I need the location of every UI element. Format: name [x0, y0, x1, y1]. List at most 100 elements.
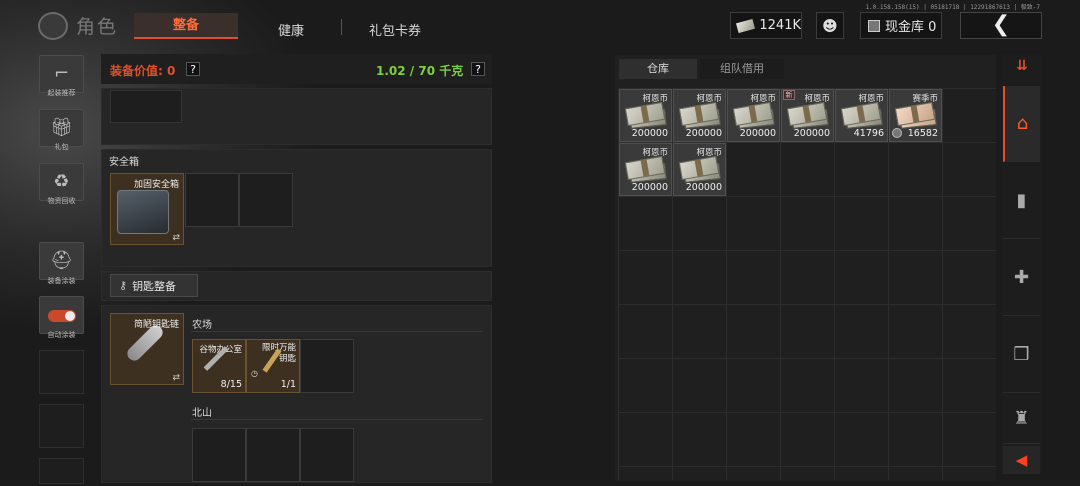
armor-icon: ♜ — [1013, 408, 1030, 429]
key-chain-item[interactable]: 简陋钥匙链 ⇄ — [110, 313, 184, 385]
key-gear-label: 钥匙整备 — [132, 279, 177, 293]
recycle-label: 物资回收 — [47, 197, 76, 205]
warehouse-item[interactable]: 柯恩币 200000 — [727, 89, 780, 142]
warehouse-item[interactable]: 柯恩币 41796 — [835, 89, 888, 142]
page-title: 角色 — [76, 16, 119, 38]
item-quantity: 200000 — [793, 128, 830, 139]
item-name: 柯恩币 — [750, 94, 776, 104]
equipment-slot[interactable] — [110, 90, 182, 123]
key-slot[interactable] — [300, 339, 354, 393]
equip-skin-label: 装备涂装 — [47, 277, 76, 285]
sidebar-item-medical[interactable]: ✚ — [1003, 240, 1040, 316]
key-count: 8/15 — [220, 379, 242, 390]
sidebar-item-home[interactable]: ⌂ — [1003, 86, 1040, 162]
item-name: 柯恩币 — [696, 94, 722, 104]
warehouse-item[interactable]: 赛季币 16582 — [889, 89, 942, 142]
toggle-icon — [48, 310, 76, 322]
divider — [191, 331, 483, 332]
tab-warehouse[interactable]: 仓库 — [619, 59, 697, 79]
operator-avatar-icon: ☻ — [822, 16, 838, 35]
chevron-left-icon: ❮ — [991, 12, 1011, 37]
item-quantity: 200000 — [685, 128, 722, 139]
swap-icon[interactable]: ⇄ — [172, 373, 180, 383]
key-item[interactable]: 限时万能钥匙 ◷ 1/1 — [246, 339, 300, 393]
item-quantity: 200000 — [739, 128, 776, 139]
item-quantity: 200000 — [631, 128, 668, 139]
tab-gift-cards[interactable]: 礼包卡券 — [360, 20, 430, 40]
magazine-icon: ▮ — [1016, 190, 1027, 211]
item-name: 柯恩币 — [642, 94, 668, 104]
back-button[interactable]: ❮ — [960, 12, 1042, 39]
weight-display: 1.02 / 70 千克 — [376, 64, 464, 78]
vault-icon — [868, 19, 880, 32]
collapse-button[interactable]: ◀ — [1003, 446, 1040, 474]
profile-button[interactable]: ☻ — [816, 12, 844, 39]
sidebar-item-supplies[interactable]: ❒ — [1003, 317, 1040, 393]
key-slot[interactable] — [246, 428, 300, 482]
tab-divider — [341, 19, 342, 35]
key-item[interactable]: 谷物办公室 8/15 — [192, 339, 246, 393]
cash-vault-label: 现金库 0 — [885, 20, 937, 35]
empty-sidebar-slot — [39, 350, 84, 394]
warehouse-item[interactable]: 新 柯恩币 200000 — [781, 89, 834, 142]
divider — [191, 419, 483, 420]
key-gear-button[interactable]: ⚷ 钥匙整备 — [110, 274, 198, 297]
box-icon: ❒ — [1013, 344, 1030, 365]
item-name: 柯恩币 — [642, 148, 668, 158]
map-name: 农场 — [192, 320, 212, 331]
currency-amount: 1241K — [759, 18, 801, 33]
recycle-icon: ♻ — [53, 171, 70, 192]
safe-box-slot[interactable] — [185, 173, 239, 227]
tab-health[interactable]: 健康 — [262, 20, 320, 40]
loadout-recommend-label: 起装推荐 — [47, 89, 76, 97]
warehouse-item[interactable]: 柯恩币 200000 — [673, 89, 726, 142]
map-name: 北山 — [192, 408, 212, 419]
safe-box-section-label: 安全箱 — [109, 157, 139, 168]
empty-sidebar-slot — [39, 458, 84, 484]
key-slot[interactable] — [300, 428, 354, 482]
swap-icon[interactable]: ⇄ — [172, 233, 180, 243]
item-name: 柯恩币 — [696, 148, 722, 158]
warehouse-item[interactable]: 柯恩币 200000 — [619, 143, 672, 196]
value-help-icon[interactable]: ? — [186, 62, 200, 76]
key-icon: ⚷ — [119, 279, 128, 292]
gift-icon: 🎁︎ — [50, 117, 73, 138]
item-name: 柯恩币 — [804, 94, 830, 104]
warehouse-item[interactable]: 柯恩币 200000 — [673, 143, 726, 196]
key-slot[interactable] — [192, 428, 246, 482]
item-quantity: 41796 — [853, 128, 884, 139]
item-name: 赛季币 — [912, 94, 938, 104]
item-quantity: 200000 — [685, 182, 722, 193]
filter-icon[interactable]: ⇊ — [1009, 58, 1035, 78]
medkit-icon: ✚ — [1013, 267, 1030, 288]
home-icon: ⌂ — [1016, 113, 1029, 134]
safe-box-item[interactable]: 加固安全箱 ⇄ — [110, 173, 184, 245]
empty-sidebar-slot — [39, 404, 84, 448]
tab-team-borrow[interactable]: 组队借用 — [700, 59, 784, 79]
timer-icon: ◷ — [251, 369, 258, 378]
tab-equip[interactable]: 整备 — [134, 13, 238, 39]
key-chain-item-name: 简陋钥匙链 — [133, 320, 179, 330]
cash-vault-button[interactable]: 现金库 0 — [860, 12, 942, 39]
gift-pack-label: 礼包 — [54, 143, 69, 151]
safe-box-icon — [117, 190, 169, 234]
auto-skin-label: 自动涂装 — [47, 331, 76, 339]
equip-skin-button[interactable]: ⛑ — [39, 242, 84, 280]
cash-icon — [736, 18, 756, 33]
safe-box-slot[interactable] — [239, 173, 293, 227]
item-quantity: 16582 — [907, 128, 938, 139]
sidebar-item-ammo[interactable]: ▮ — [1003, 163, 1040, 239]
auto-skin-toggle[interactable] — [39, 296, 84, 334]
item-name: 柯恩币 — [858, 94, 884, 104]
equipment-value: 装备价值: 0 — [110, 64, 176, 78]
warehouse-item[interactable]: 柯恩币 200000 — [619, 89, 672, 142]
weight-help-icon[interactable]: ? — [471, 62, 485, 76]
caret-left-icon: ◀ — [1015, 451, 1028, 469]
key-count: 1/1 — [280, 379, 296, 390]
character-logo-icon — [38, 12, 68, 40]
sidebar-item-armor[interactable]: ♜ — [1003, 394, 1040, 444]
currency-display[interactable]: 1241K — [730, 12, 802, 39]
helmet-icon: ⛑ — [50, 250, 73, 271]
version-text: 1.0.158.158(15) | 05181718 | 12291867613… — [865, 4, 1040, 11]
gun-icon: ⌐ — [53, 63, 70, 84]
